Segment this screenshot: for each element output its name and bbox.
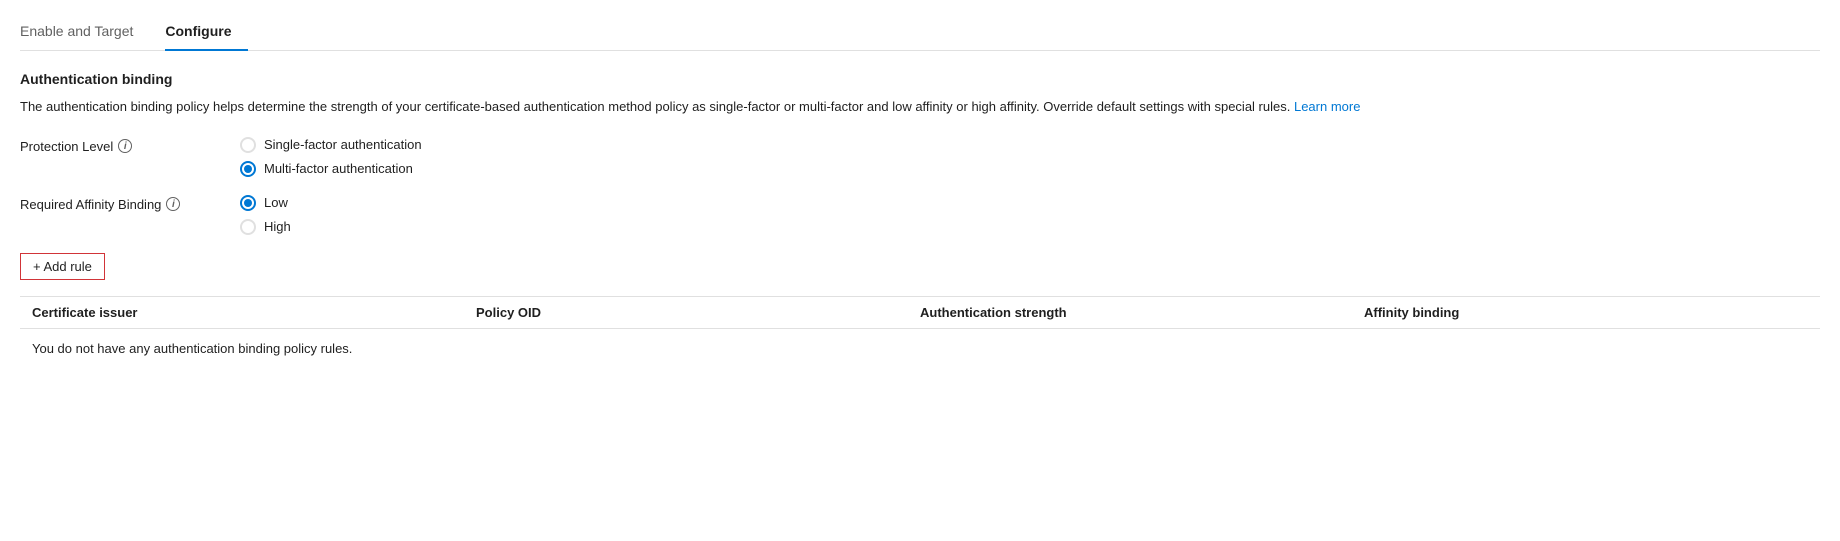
section-title: Authentication binding [20, 71, 1820, 87]
section-description: The authentication binding policy helps … [20, 97, 1720, 117]
col-affinity-binding: Affinity binding [1364, 305, 1808, 320]
affinity-binding-info-icon[interactable]: i [166, 197, 180, 211]
protection-level-label: Protection Level i [20, 137, 240, 154]
low-radio[interactable] [240, 195, 256, 211]
high-label: High [264, 219, 291, 234]
col-auth-strength: Authentication strength [920, 305, 1364, 320]
protection-level-info-icon[interactable]: i [118, 139, 132, 153]
learn-more-link[interactable]: Learn more [1294, 99, 1360, 114]
rules-table: Certificate issuer Policy OID Authentica… [20, 296, 1820, 368]
single-factor-label: Single-factor authentication [264, 137, 422, 152]
table-header: Certificate issuer Policy OID Authentica… [20, 297, 1820, 329]
add-rule-button[interactable]: + Add rule [20, 253, 105, 280]
tab-enable-target[interactable]: Enable and Target [20, 13, 149, 51]
col-certificate-issuer: Certificate issuer [32, 305, 476, 320]
single-factor-radio[interactable] [240, 137, 256, 153]
multi-factor-radio[interactable] [240, 161, 256, 177]
protection-level-text: Protection Level [20, 139, 113, 154]
low-option[interactable]: Low [240, 195, 291, 211]
affinity-binding-label: Required Affinity Binding i [20, 195, 240, 212]
protection-level-row: Protection Level i Single-factor authent… [20, 137, 1820, 177]
affinity-binding-text: Required Affinity Binding [20, 197, 161, 212]
single-factor-option[interactable]: Single-factor authentication [240, 137, 422, 153]
low-label: Low [264, 195, 288, 210]
multi-factor-label: Multi-factor authentication [264, 161, 413, 176]
tab-configure[interactable]: Configure [165, 13, 247, 51]
affinity-binding-options: Low High [240, 195, 291, 235]
protection-level-options: Single-factor authentication Multi-facto… [240, 137, 422, 177]
page-container: Enable and Target Configure Authenticati… [0, 0, 1840, 388]
high-option[interactable]: High [240, 219, 291, 235]
multi-factor-option[interactable]: Multi-factor authentication [240, 161, 422, 177]
affinity-binding-row: Required Affinity Binding i Low High [20, 195, 1820, 235]
table-empty-message: You do not have any authentication bindi… [20, 329, 1820, 368]
tabs-container: Enable and Target Configure [20, 12, 1820, 51]
description-text: The authentication binding policy helps … [20, 99, 1290, 114]
col-policy-oid: Policy OID [476, 305, 920, 320]
high-radio[interactable] [240, 219, 256, 235]
